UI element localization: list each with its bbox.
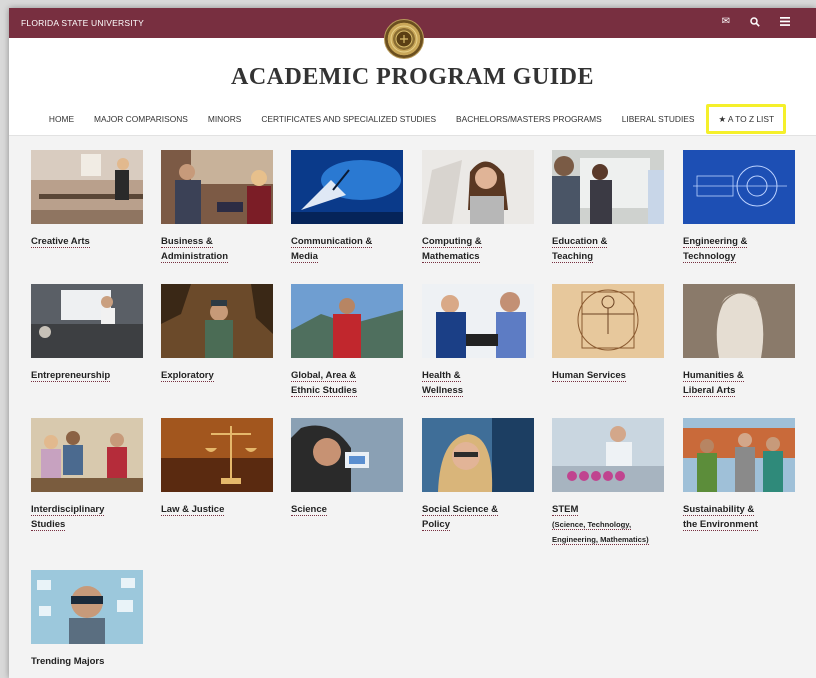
tile-label-2[interactable]: the Environment (683, 519, 758, 531)
tile-engineering[interactable]: Engineering & Technology (683, 150, 795, 264)
tile-label-2[interactable]: Teaching (552, 251, 593, 263)
tile-humanities[interactable]: Humanities & Liberal Arts (683, 284, 795, 398)
tile-label[interactable]: Humanities & (683, 370, 744, 382)
tile-label[interactable]: Health & (422, 370, 461, 382)
human-services-image[interactable] (552, 284, 664, 358)
main-nav: HOME MAJOR COMPARISONS MINORS CERTIFICAT… (9, 104, 816, 134)
tile-label-2[interactable]: Technology (683, 251, 736, 263)
tile-law-justice[interactable]: Law & Justice (161, 418, 273, 517)
nav-major-comparisons[interactable]: MAJOR COMPARISONS (84, 108, 198, 130)
tile-label-2[interactable]: Mathematics (422, 251, 480, 263)
tile-trending-majors[interactable]: Trending Majors (31, 570, 143, 669)
sustainability-image[interactable] (683, 418, 795, 492)
browser-page: FLORIDA STATE UNIVERSITY ✉ ACADEMIC PROG… (9, 8, 816, 678)
tile-label[interactable]: Computing & (422, 236, 482, 248)
tile-label-2[interactable]: Wellness (422, 385, 464, 397)
tile-label[interactable]: Science (291, 504, 327, 516)
tile-label-2[interactable]: Ethnic Studies (291, 385, 357, 397)
nav-a-to-z-list[interactable]: ★ A TO Z LIST (706, 104, 787, 134)
tile-label[interactable]: Education & (552, 236, 608, 248)
business-image[interactable] (161, 150, 273, 224)
nav-bachelors-masters[interactable]: BACHELORS/MASTERS PROGRAMS (446, 108, 612, 130)
university-seal[interactable] (384, 19, 424, 59)
computing-image[interactable] (422, 150, 534, 224)
law-justice-image[interactable] (161, 418, 273, 492)
tile-sustainability[interactable]: Sustainability & the Environment (683, 418, 795, 532)
nav-liberal-studies[interactable]: LIBERAL STUDIES (612, 108, 705, 130)
tile-communication[interactable]: Communication & Media (291, 150, 403, 264)
tile-social-science[interactable]: Social Science & Policy (422, 418, 534, 532)
entrepreneurship-image[interactable] (31, 284, 143, 358)
tile-label[interactable]: Social Science & (422, 504, 499, 516)
stem-image[interactable] (552, 418, 664, 492)
tile-education[interactable]: Education & Teaching (552, 150, 664, 264)
search-icon[interactable] (750, 16, 760, 30)
tile-label-2[interactable]: Liberal Arts (683, 385, 736, 397)
tile-label[interactable]: Interdisciplinary (31, 504, 105, 516)
tile-entrepreneurship[interactable]: Entrepreneurship (31, 284, 143, 383)
tile-label[interactable]: Entrepreneurship (31, 370, 111, 382)
tile-label[interactable]: Communication & (291, 236, 373, 248)
tile-interdisciplinary[interactable]: Interdisciplinary Studies (31, 418, 143, 532)
tile-label-2[interactable]: Administration (161, 251, 229, 263)
tile-business[interactable]: Business & Administration (161, 150, 273, 264)
tile-label[interactable]: Sustainability & (683, 504, 755, 516)
global-image[interactable] (291, 284, 403, 358)
tile-global[interactable]: Global, Area & Ethnic Studies (291, 284, 403, 398)
tile-label-3[interactable]: Engineering, Mathematics) (552, 535, 649, 545)
social-science-image[interactable] (422, 418, 534, 492)
tile-label[interactable]: Exploratory (161, 370, 214, 382)
health-image[interactable] (422, 284, 534, 358)
menu-icon[interactable] (780, 16, 790, 30)
science-image[interactable] (291, 418, 403, 492)
tile-label[interactable]: Business & (161, 236, 213, 248)
tile-label-2[interactable]: Studies (31, 519, 66, 531)
tile-computing[interactable]: Computing & Mathematics (422, 150, 534, 264)
nav-minors[interactable]: MINORS (198, 108, 252, 130)
tile-label[interactable]: STEM (552, 504, 579, 516)
tile-science[interactable]: Science (291, 418, 403, 517)
tile-label[interactable]: Engineering & (683, 236, 748, 248)
page-title: ACADEMIC PROGRAM GUIDE (231, 64, 594, 90)
tile-label[interactable]: Law & Justice (161, 504, 225, 516)
tile-label-2[interactable]: (Science, Technology, (552, 520, 632, 530)
tile-label[interactable]: Human Services (552, 370, 626, 382)
exploratory-image[interactable] (161, 284, 273, 358)
tile-exploratory[interactable]: Exploratory (161, 284, 273, 383)
humanities-image[interactable] (683, 284, 795, 358)
creative-arts-image[interactable] (31, 150, 143, 224)
communication-image[interactable] (291, 150, 403, 224)
interdisciplinary-image[interactable] (31, 418, 143, 492)
envelope-icon[interactable]: ✉ (722, 16, 730, 30)
tile-creative-arts[interactable]: Creative Arts (31, 150, 143, 249)
tile-label-2[interactable]: Policy (422, 519, 450, 531)
nav-certificates[interactable]: CERTIFICATES AND SPECIALIZED STUDIES (251, 108, 446, 130)
nav-home[interactable]: HOME (39, 108, 84, 130)
university-name[interactable]: FLORIDA STATE UNIVERSITY (21, 18, 144, 28)
topbar-icons: ✉ (722, 16, 790, 30)
trending-majors-image[interactable] (31, 570, 143, 644)
tile-label-2[interactable]: Media (291, 251, 318, 263)
tile-label[interactable]: Global, Area & (291, 370, 357, 382)
tile-health[interactable]: Health & Wellness (422, 284, 534, 398)
education-image[interactable] (552, 150, 664, 224)
tile-label[interactable]: Trending Majors (31, 656, 104, 667)
tile-stem[interactable]: STEM (Science, Technology, Engineering, Ma… (552, 418, 664, 547)
engineering-image[interactable] (683, 150, 795, 224)
tile-label[interactable]: Creative Arts (31, 236, 90, 248)
tile-human-services[interactable]: Human Services (552, 284, 664, 383)
